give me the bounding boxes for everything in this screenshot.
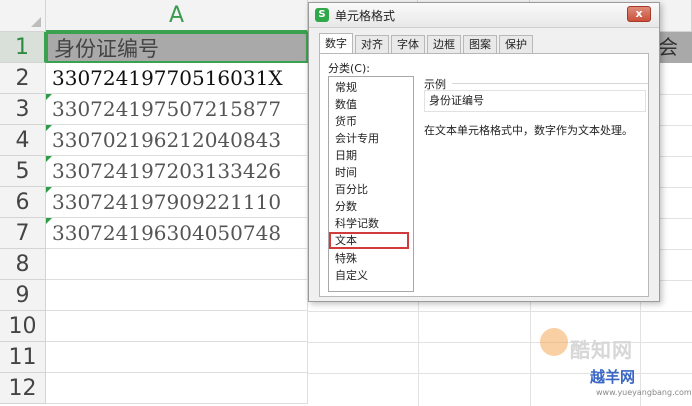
cell-a3-value: 330724197507215877 bbox=[52, 97, 282, 121]
row-header-6[interactable]: 6 bbox=[0, 187, 46, 218]
sample-preview: 身份证编号 bbox=[424, 90, 646, 112]
row-header-1[interactable]: 1 bbox=[0, 32, 46, 63]
row-header-4[interactable]: 4 bbox=[0, 125, 46, 156]
category-item-time[interactable]: 时间 bbox=[333, 164, 407, 181]
tab-pattern[interactable]: 图案 bbox=[463, 35, 497, 53]
cell-a4[interactable]: 330702196212040843 bbox=[46, 125, 308, 156]
category-item-percentage[interactable]: 百分比 bbox=[333, 181, 407, 198]
site-watermark: 酷知网 越羊网 www.yueyangbang.com bbox=[540, 328, 692, 404]
select-all-triangle-icon bbox=[31, 17, 41, 27]
cell-a4-value: 330702196212040843 bbox=[52, 128, 282, 152]
cell-a10[interactable] bbox=[46, 311, 308, 342]
select-all-corner[interactable] bbox=[0, 0, 46, 32]
cell-a6-value: 330724197909221110 bbox=[52, 190, 282, 214]
cell-a5-value: 330724197203133426 bbox=[52, 159, 282, 183]
watermark-brand-secondary: 越羊网 bbox=[590, 368, 636, 386]
dialog-title: 单元格格式 bbox=[335, 9, 396, 23]
error-indicator-icon bbox=[46, 94, 52, 100]
cell-a7-value: 330724196304050748 bbox=[52, 221, 282, 245]
cell-a11[interactable] bbox=[46, 342, 308, 373]
category-item-general[interactable]: 常规 bbox=[333, 79, 407, 96]
category-item-special[interactable]: 特殊 bbox=[333, 250, 407, 267]
row-header-11[interactable]: 11 bbox=[0, 342, 46, 373]
watermark-url: www.yueyangbang.com bbox=[596, 388, 692, 397]
close-button[interactable]: x bbox=[627, 6, 651, 22]
format-cells-dialog: S 单元格格式 x 数字 对齐 字体 边框 图案 保护 分类(C): 常规 数值… bbox=[308, 2, 660, 302]
tab-font[interactable]: 字体 bbox=[391, 35, 425, 53]
category-item-fraction[interactable]: 分数 bbox=[333, 198, 407, 215]
tab-number[interactable]: 数字 bbox=[319, 33, 353, 54]
cell-a9[interactable] bbox=[46, 280, 308, 311]
category-item-date[interactable]: 日期 bbox=[333, 147, 407, 164]
number-tab-panel: 分类(C): 常规 数值 货币 会计专用 日期 时间 百分比 分数 科学记数 文… bbox=[319, 53, 649, 297]
category-item-custom[interactable]: 自定义 bbox=[333, 267, 407, 284]
cell-a3[interactable]: 330724197507215877 bbox=[46, 94, 308, 125]
error-indicator-icon bbox=[46, 125, 52, 131]
cell-a6[interactable]: 330724197909221110 bbox=[46, 187, 308, 218]
tab-alignment[interactable]: 对齐 bbox=[355, 35, 389, 53]
category-item-accounting[interactable]: 会计专用 bbox=[333, 130, 407, 147]
error-indicator-icon bbox=[46, 156, 52, 162]
error-indicator-icon bbox=[46, 218, 52, 224]
category-item-number[interactable]: 数值 bbox=[333, 96, 407, 113]
dialog-titlebar[interactable]: S 单元格格式 x bbox=[309, 3, 659, 28]
cell-a12[interactable] bbox=[46, 373, 308, 404]
row-header-5[interactable]: 5 bbox=[0, 156, 46, 187]
category-list[interactable]: 常规 数值 货币 会计专用 日期 时间 百分比 分数 科学记数 文本 特殊 自定… bbox=[328, 76, 414, 292]
error-indicator-icon bbox=[46, 187, 52, 193]
column-header-a[interactable]: A bbox=[46, 0, 308, 32]
category-label: 分类(C): bbox=[328, 62, 370, 75]
category-item-currency[interactable]: 货币 bbox=[333, 113, 407, 130]
sample-divider bbox=[452, 83, 648, 84]
row-header-2[interactable]: 2 bbox=[0, 63, 46, 94]
cell-a8[interactable] bbox=[46, 249, 308, 280]
cell-a2[interactable]: 33072419770516031X bbox=[46, 63, 308, 94]
watermark-logo-icon bbox=[540, 328, 568, 356]
tab-border[interactable]: 边框 bbox=[427, 35, 461, 53]
row-header-8[interactable]: 8 bbox=[0, 249, 46, 280]
row-header-10[interactable]: 10 bbox=[0, 311, 46, 342]
tab-protection[interactable]: 保护 bbox=[499, 35, 533, 53]
cell-a1[interactable]: 身份证编号 bbox=[46, 32, 308, 63]
format-description: 在文本单元格格式中，数字作为文本处理。 bbox=[424, 124, 633, 137]
category-item-scientific[interactable]: 科学记数 bbox=[333, 215, 407, 232]
gridline bbox=[308, 311, 692, 312]
row-header-9[interactable]: 9 bbox=[0, 280, 46, 311]
app-logo-icon: S bbox=[315, 8, 329, 22]
watermark-brand: 酷知网 bbox=[570, 338, 633, 362]
row-header-12[interactable]: 12 bbox=[0, 373, 46, 404]
cell-a7[interactable]: 330724196304050748 bbox=[46, 218, 308, 249]
sample-group: 示例 身份证编号 bbox=[424, 76, 650, 112]
row-header-7[interactable]: 7 bbox=[0, 218, 46, 249]
category-item-text[interactable]: 文本 bbox=[329, 232, 409, 249]
cell-a5[interactable]: 330724197203133426 bbox=[46, 156, 308, 187]
row-header-3[interactable]: 3 bbox=[0, 94, 46, 125]
